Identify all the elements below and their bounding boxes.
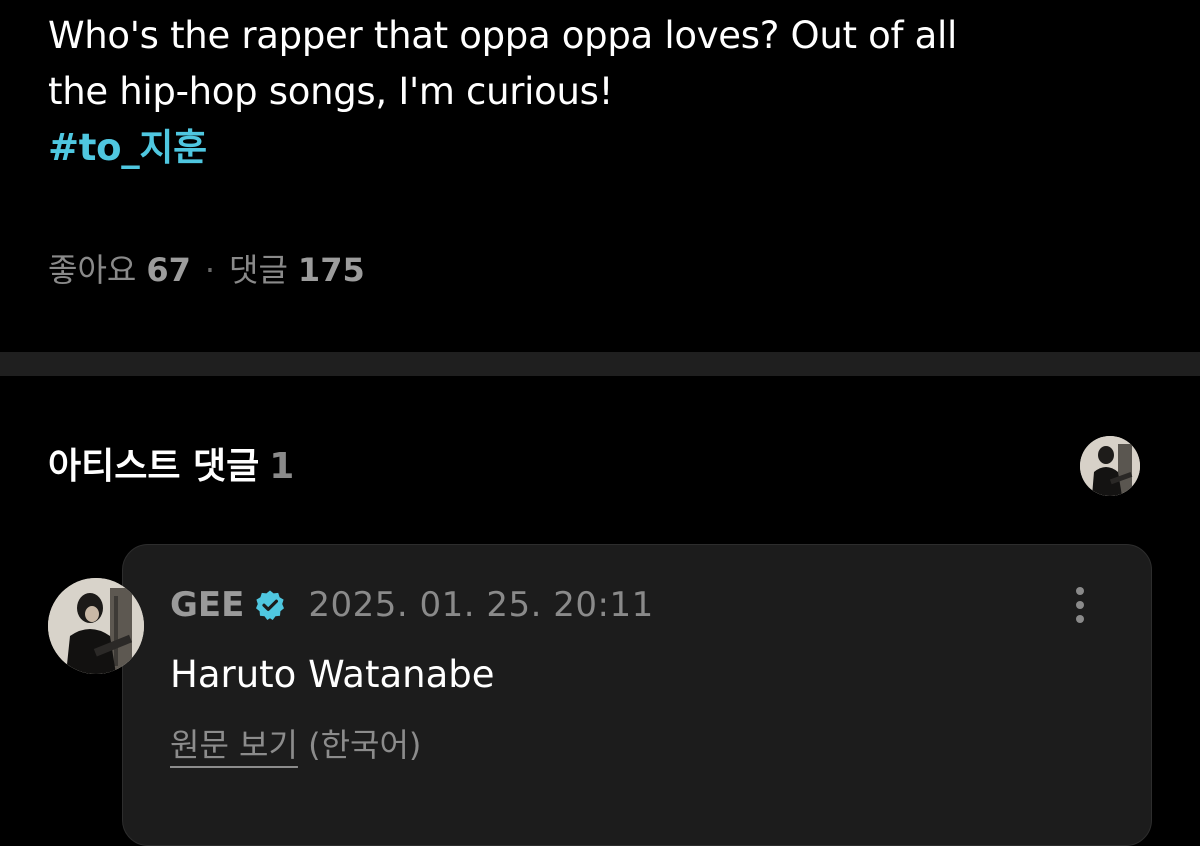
likes-label[interactable]: 좋아요 <box>48 251 136 289</box>
hashtag-link[interactable]: #to_지훈 <box>48 120 207 176</box>
stats-separator: · <box>204 251 216 289</box>
artist-comments-count: 1 <box>269 446 295 487</box>
view-original-link[interactable]: 원문 보기 <box>170 726 298 764</box>
comment-timestamp: 2025. 01. 25. 20:11 <box>308 585 654 625</box>
section-divider <box>0 352 1200 376</box>
comment-meta: GEE 2025. 01. 25. 20:11 <box>170 580 654 630</box>
comment-author-name[interactable]: GEE <box>170 585 244 625</box>
post-text-line-2: the hip-hop songs, I'm curious! <box>48 70 614 113</box>
comment-author-avatar[interactable] <box>48 578 144 674</box>
artist-comments-header: 아티스트 댓글 1 <box>48 440 294 494</box>
more-options-button[interactable] <box>1062 583 1098 627</box>
comment-text: Haruto Watanabe <box>170 653 495 696</box>
post-stats: 좋아요 67 · 댓글 175 <box>48 246 365 294</box>
comments-count[interactable]: 175 <box>298 251 365 289</box>
view-original-row: 원문 보기 (한국어) <box>170 720 421 770</box>
likes-count[interactable]: 67 <box>146 251 191 289</box>
post-text-line-1: Who's the rapper that oppa oppa loves? O… <box>48 14 957 57</box>
artist-comments-title: 아티스트 댓글 <box>48 446 260 487</box>
original-language: (한국어) <box>308 726 422 764</box>
more-vertical-icon <box>1076 587 1084 623</box>
artist-avatar[interactable] <box>1080 436 1140 496</box>
verified-badge-icon <box>254 589 286 621</box>
comments-label[interactable]: 댓글 <box>229 251 288 289</box>
post-body: Who's the rapper that oppa oppa loves? O… <box>48 8 1158 176</box>
